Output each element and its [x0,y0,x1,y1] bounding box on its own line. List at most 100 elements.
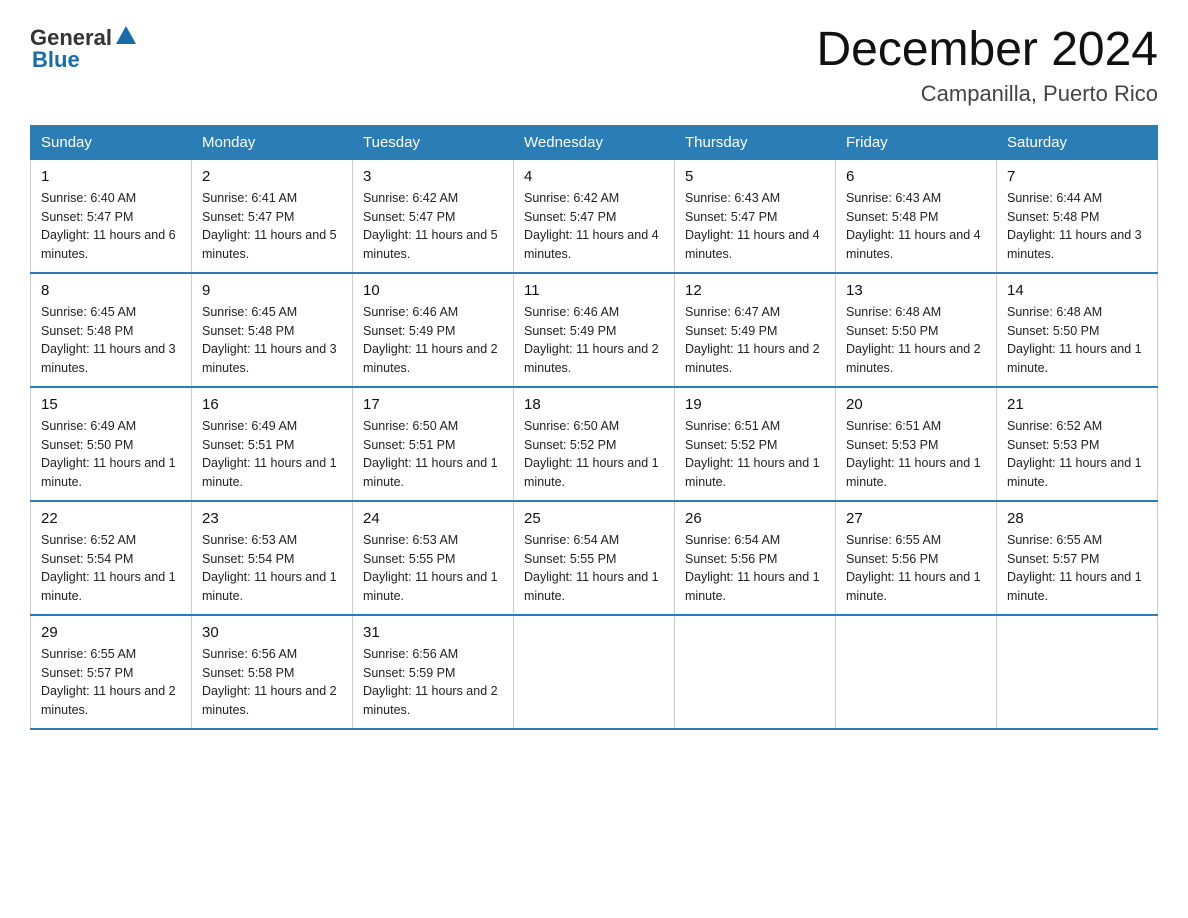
calendar-cell: 28 Sunrise: 6:55 AMSunset: 5:57 PMDayligh… [997,501,1158,615]
day-number: 28 [1007,510,1147,527]
title-block: December 2024 Campanilla, Puerto Rico [816,24,1158,107]
calendar-table: Sunday Monday Tuesday Wednesday Thursday… [30,125,1158,730]
day-info: Sunrise: 6:45 AMSunset: 5:48 PMDaylight:… [202,303,342,378]
day-number: 18 [524,396,664,413]
day-number: 22 [41,510,181,527]
day-info: Sunrise: 6:55 AMSunset: 5:57 PMDaylight:… [41,645,181,720]
day-number: 4 [524,168,664,185]
day-info: Sunrise: 6:50 AMSunset: 5:51 PMDaylight:… [363,417,503,492]
day-number: 3 [363,168,503,185]
week-row-1: 1 Sunrise: 6:40 AMSunset: 5:47 PMDaylight… [31,159,1158,273]
calendar-cell: 21 Sunrise: 6:52 AMSunset: 5:53 PMDayligh… [997,387,1158,501]
day-info: Sunrise: 6:54 AMSunset: 5:56 PMDaylight:… [685,531,825,606]
day-number: 2 [202,168,342,185]
day-info: Sunrise: 6:42 AMSunset: 5:47 PMDaylight:… [524,189,664,264]
header-saturday: Saturday [997,125,1158,159]
day-info: Sunrise: 6:43 AMSunset: 5:48 PMDaylight:… [846,189,986,264]
day-number: 9 [202,282,342,299]
calendar-cell: 4 Sunrise: 6:42 AMSunset: 5:47 PMDaylight… [514,159,675,273]
calendar-cell: 27Sunrise: 6:55 AMSunset: 5:56 PMDayligh… [836,501,997,615]
day-number: 25 [524,510,664,527]
calendar-cell: 10Sunrise: 6:46 AMSunset: 5:49 PMDayligh… [353,273,514,387]
day-number: 10 [363,282,503,299]
day-info: Sunrise: 6:41 AMSunset: 5:47 PMDaylight:… [202,189,342,264]
calendar-cell: 26 Sunrise: 6:54 AMSunset: 5:56 PMDayligh… [675,501,836,615]
day-info: Sunrise: 6:56 AMSunset: 5:58 PMDaylight:… [202,645,342,720]
day-info: Sunrise: 6:50 AMSunset: 5:52 PMDaylight:… [524,417,664,492]
calendar-cell: 11Sunrise: 6:46 AMSunset: 5:49 PMDayligh… [514,273,675,387]
day-info: Sunrise: 6:51 AMSunset: 5:53 PMDaylight:… [846,417,986,492]
calendar-cell: 7Sunrise: 6:44 AMSunset: 5:48 PMDaylight… [997,159,1158,273]
day-number: 13 [846,282,986,299]
header-thursday: Thursday [675,125,836,159]
day-info: Sunrise: 6:51 AMSunset: 5:52 PMDaylight:… [685,417,825,492]
day-number: 16 [202,396,342,413]
calendar-cell: 16 Sunrise: 6:49 AMSunset: 5:51 PMDayligh… [192,387,353,501]
calendar-cell: 31 Sunrise: 6:56 AMSunset: 5:59 PMDayligh… [353,615,514,729]
calendar-cell: 17 Sunrise: 6:50 AMSunset: 5:51 PMDayligh… [353,387,514,501]
calendar-cell: 20Sunrise: 6:51 AMSunset: 5:53 PMDayligh… [836,387,997,501]
day-info: Sunrise: 6:52 AMSunset: 5:53 PMDaylight:… [1007,417,1147,492]
calendar-cell [836,615,997,729]
calendar-cell: 3 Sunrise: 6:42 AMSunset: 5:47 PMDaylight… [353,159,514,273]
day-info: Sunrise: 6:47 AMSunset: 5:49 PMDaylight:… [685,303,825,378]
day-info: Sunrise: 6:43 AMSunset: 5:47 PMDaylight:… [685,189,825,264]
day-number: 26 [685,510,825,527]
day-info: Sunrise: 6:42 AMSunset: 5:47 PMDaylight:… [363,189,503,264]
day-number: 8 [41,282,181,299]
day-info: Sunrise: 6:40 AMSunset: 5:47 PMDaylight:… [41,189,181,264]
day-number: 12 [685,282,825,299]
calendar-cell: 13 Sunrise: 6:48 AMSunset: 5:50 PMDayligh… [836,273,997,387]
day-number: 15 [41,396,181,413]
calendar-cell: 24Sunrise: 6:53 AMSunset: 5:55 PMDayligh… [353,501,514,615]
logo-blue-text: Blue [32,47,80,73]
day-number: 24 [363,510,503,527]
logo: General Blue [30,24,137,73]
calendar-cell: 23 Sunrise: 6:53 AMSunset: 5:54 PMDayligh… [192,501,353,615]
day-number: 14 [1007,282,1147,299]
calendar-cell: 8 Sunrise: 6:45 AMSunset: 5:48 PMDaylight… [31,273,192,387]
calendar-cell: 12 Sunrise: 6:47 AMSunset: 5:49 PMDayligh… [675,273,836,387]
calendar-cell: 22 Sunrise: 6:52 AMSunset: 5:54 PMDayligh… [31,501,192,615]
day-number: 5 [685,168,825,185]
calendar-header-row: Sunday Monday Tuesday Wednesday Thursday… [31,125,1158,159]
calendar-cell: 15Sunrise: 6:49 AMSunset: 5:50 PMDayligh… [31,387,192,501]
day-number: 7 [1007,168,1147,185]
calendar-cell [514,615,675,729]
day-number: 19 [685,396,825,413]
day-number: 1 [41,168,181,185]
day-info: Sunrise: 6:48 AMSunset: 5:50 PMDaylight:… [846,303,986,378]
month-title: December 2024 [816,24,1158,77]
header-monday: Monday [192,125,353,159]
day-info: Sunrise: 6:48 AMSunset: 5:50 PMDaylight:… [1007,303,1147,378]
day-number: 21 [1007,396,1147,413]
day-info: Sunrise: 6:55 AMSunset: 5:56 PMDaylight:… [846,531,986,606]
day-number: 23 [202,510,342,527]
calendar-cell: 2 Sunrise: 6:41 AMSunset: 5:47 PMDaylight… [192,159,353,273]
page-header: General Blue December 2024 Campanilla, P… [30,24,1158,107]
calendar-cell: 6 Sunrise: 6:43 AMSunset: 5:48 PMDaylight… [836,159,997,273]
day-info: Sunrise: 6:55 AMSunset: 5:57 PMDaylight:… [1007,531,1147,606]
day-number: 17 [363,396,503,413]
day-number: 6 [846,168,986,185]
calendar-cell [997,615,1158,729]
calendar-cell: 18 Sunrise: 6:50 AMSunset: 5:52 PMDayligh… [514,387,675,501]
location-title: Campanilla, Puerto Rico [816,81,1158,107]
day-info: Sunrise: 6:52 AMSunset: 5:54 PMDaylight:… [41,531,181,606]
logo-triangle-icon [115,24,137,51]
day-info: Sunrise: 6:45 AMSunset: 5:48 PMDaylight:… [41,303,181,378]
day-number: 30 [202,624,342,641]
day-info: Sunrise: 6:49 AMSunset: 5:51 PMDaylight:… [202,417,342,492]
week-row-3: 15Sunrise: 6:49 AMSunset: 5:50 PMDayligh… [31,387,1158,501]
calendar-cell: 19 Sunrise: 6:51 AMSunset: 5:52 PMDayligh… [675,387,836,501]
day-info: Sunrise: 6:54 AMSunset: 5:55 PMDaylight:… [524,531,664,606]
calendar-cell: 5 Sunrise: 6:43 AMSunset: 5:47 PMDaylight… [675,159,836,273]
calendar-cell: 25 Sunrise: 6:54 AMSunset: 5:55 PMDayligh… [514,501,675,615]
day-info: Sunrise: 6:56 AMSunset: 5:59 PMDaylight:… [363,645,503,720]
header-tuesday: Tuesday [353,125,514,159]
day-number: 31 [363,624,503,641]
calendar-cell: 29Sunrise: 6:55 AMSunset: 5:57 PMDayligh… [31,615,192,729]
day-info: Sunrise: 6:53 AMSunset: 5:54 PMDaylight:… [202,531,342,606]
week-row-4: 22 Sunrise: 6:52 AMSunset: 5:54 PMDayligh… [31,501,1158,615]
week-row-5: 29Sunrise: 6:55 AMSunset: 5:57 PMDayligh… [31,615,1158,729]
